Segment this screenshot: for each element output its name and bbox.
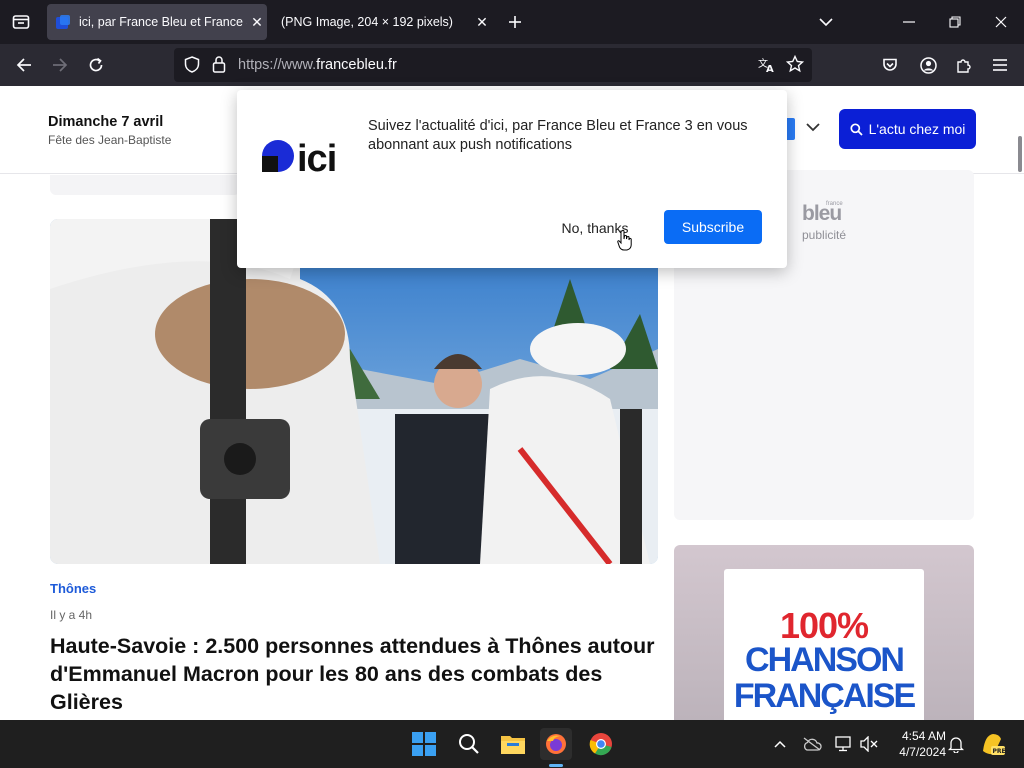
extensions-icon[interactable] — [949, 50, 979, 80]
article-time-ago: Il y a 4h — [50, 608, 93, 622]
pocket-icon[interactable] — [875, 50, 905, 80]
search-icon[interactable] — [453, 728, 485, 760]
url-domain: francebleu.fr — [316, 57, 397, 73]
ici-logo: ici — [261, 134, 345, 174]
account-icon[interactable] — [913, 50, 943, 80]
promo-line-3: FRANÇAISE — [733, 677, 916, 715]
close-window-icon[interactable] — [986, 7, 1016, 37]
windows-taskbar: 4:54 AM 4/7/2024 PRE — [0, 720, 1024, 768]
url-protocol: https://www. — [238, 57, 317, 73]
show-hidden-icons-chevron-up-icon[interactable] — [764, 728, 796, 760]
article-hero-image[interactable] — [50, 219, 658, 564]
page-scrollbar[interactable] — [1018, 136, 1022, 172]
push-notification-popup: ici Suivez l'actualité d'ici, par France… — [237, 90, 787, 268]
tracking-protection-shield-icon[interactable] — [184, 56, 200, 73]
tab-png-image[interactable]: (PNG Image, 204 × 192 pixels) ✕ — [272, 4, 492, 40]
bookmark-star-icon[interactable] — [786, 55, 804, 73]
notification-bell-icon[interactable] — [940, 728, 972, 760]
francebleu-favicon — [55, 14, 71, 30]
firefox-icon[interactable] — [540, 728, 572, 760]
current-date: Dimanche 7 avril — [48, 114, 164, 130]
forward-icon[interactable] — [45, 50, 75, 80]
firefox-view-icon[interactable] — [6, 7, 36, 37]
hand-cursor-icon — [617, 229, 633, 251]
chrome-icon[interactable] — [585, 728, 617, 760]
subscribe-button[interactable]: Subscribe — [664, 210, 762, 244]
volume-muted-icon[interactable] — [853, 728, 885, 760]
promo-image: 100% CHANSON FRANÇAISE — [724, 569, 924, 720]
clock-date: 4/7/2024 — [899, 745, 946, 759]
minimize-icon[interactable] — [894, 7, 924, 37]
popup-message: Suivez l'actualité d'ici, par France Ble… — [368, 118, 748, 153]
copilot-preview-icon[interactable]: PRE — [976, 728, 1008, 760]
ad-logo-text: bleu — [802, 202, 842, 225]
onedrive-offline-icon[interactable] — [796, 728, 828, 760]
close-tab-icon[interactable]: ✕ — [247, 12, 267, 32]
article-headline[interactable]: Haute-Savoie : 2.500 personnes attendues… — [50, 632, 660, 716]
close-tab-icon[interactable]: ✕ — [472, 12, 492, 32]
url-text: https://www.francebleu.fr — [238, 57, 397, 73]
file-explorer-icon[interactable] — [497, 728, 529, 760]
system-clock[interactable]: 4:54 AM 4/7/2024 — [884, 728, 946, 760]
article-category-link[interactable]: Thônes — [50, 581, 96, 596]
tab-francebleu[interactable]: ici, par France Bleu et France 3 ✕ — [47, 4, 267, 40]
ad-label: publicité — [802, 228, 847, 242]
actu-button-label: L'actu chez moi — [868, 121, 966, 137]
region-chevron-down-icon[interactable] — [806, 123, 820, 132]
restore-icon[interactable] — [940, 7, 970, 37]
list-all-tabs-chevron-icon[interactable] — [811, 7, 841, 37]
active-app-indicator — [549, 764, 563, 767]
previous-card-edge — [50, 175, 240, 195]
saint-of-day: Fête des Jean-Baptiste — [48, 133, 172, 147]
search-icon — [850, 122, 863, 136]
tab-title: (PNG Image, 204 × 192 pixels) — [281, 15, 453, 29]
tab-title: ici, par France Bleu et France 3 — [79, 15, 247, 29]
windows-start-icon[interactable] — [408, 728, 440, 760]
promo-line-2: CHANSON — [745, 641, 905, 679]
ici-logo-text: ici — [297, 138, 336, 174]
lock-icon[interactable] — [212, 55, 226, 73]
menu-icon[interactable] — [985, 50, 1015, 80]
svg-text:A: A — [766, 64, 774, 73]
new-tab-icon[interactable] — [500, 7, 530, 37]
reload-icon[interactable] — [81, 50, 111, 80]
actu-chez-moi-button[interactable]: L'actu chez moi — [839, 109, 976, 149]
browser-tab-bar: ici, par France Bleu et France 3 ✕ (PNG … — [0, 0, 1024, 44]
svg-text:PRE: PRE — [993, 748, 1006, 755]
back-icon[interactable] — [9, 50, 39, 80]
promo-card[interactable]: 100% CHANSON FRANÇAISE — [674, 545, 974, 720]
translate-icon[interactable]: 文A — [758, 56, 776, 73]
clock-time: 4:54 AM — [901, 729, 946, 743]
url-bar[interactable]: https://www.francebleu.fr 文A — [174, 48, 812, 82]
